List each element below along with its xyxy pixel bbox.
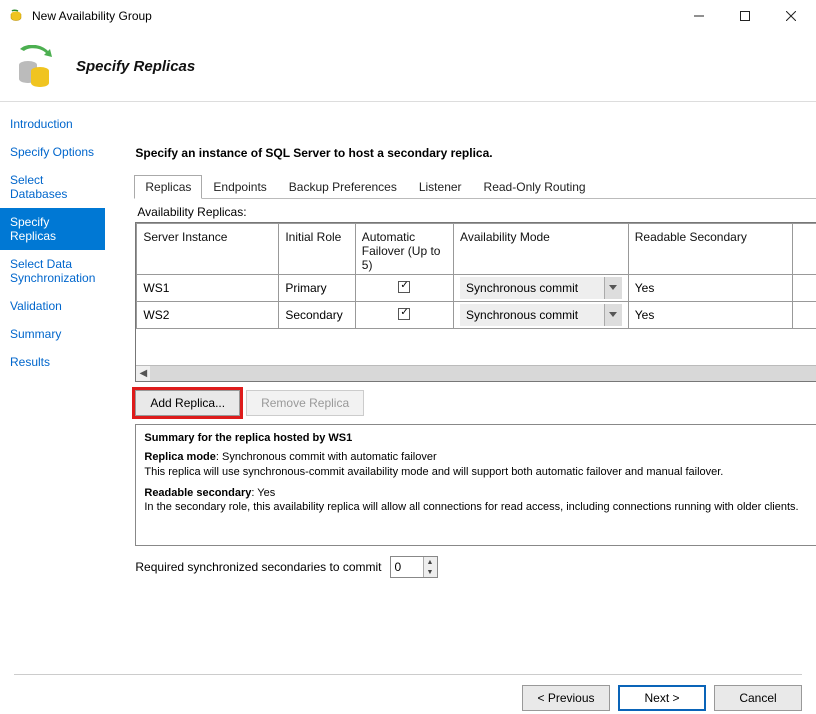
col-readable-secondary[interactable]: Readable Secondary	[628, 224, 792, 275]
sidebar-item-select-data-sync[interactable]: Select Data Synchronization	[0, 250, 105, 292]
scroll-left-icon[interactable]: ◀	[136, 366, 150, 381]
checkbox-checked-icon[interactable]	[398, 308, 410, 320]
cell-extra[interactable]	[792, 275, 816, 302]
tab-read-only-routing[interactable]: Read-Only Routing	[473, 175, 597, 199]
replicas-table-container: Server Instance Initial Role Automatic F…	[135, 222, 816, 382]
horizontal-scrollbar[interactable]: ◀ ▶	[136, 365, 816, 381]
replica-summary-box: Summary for the replica hosted by WS1 Re…	[135, 424, 816, 546]
scroll-track[interactable]	[150, 366, 816, 381]
cell-extra[interactable]	[792, 302, 816, 329]
instruction-heading: Specify an instance of SQL Server to hos…	[135, 146, 816, 160]
add-replica-button[interactable]: Add Replica...	[135, 390, 240, 416]
chevron-down-icon[interactable]	[604, 277, 622, 299]
col-initial-role[interactable]: Initial Role	[279, 224, 355, 275]
minimize-button[interactable]	[676, 2, 722, 30]
sidebar-item-select-databases[interactable]: Select Databases	[0, 166, 105, 208]
previous-button[interactable]: < Previous	[522, 685, 610, 711]
replicas-table: Server Instance Initial Role Automatic F…	[136, 223, 816, 329]
tab-endpoints[interactable]: Endpoints	[202, 175, 277, 199]
col-extra[interactable]	[792, 224, 816, 275]
mode-value: Synchronous commit	[460, 304, 604, 326]
col-automatic-failover[interactable]: Automatic Failover (Up to 5)	[355, 224, 453, 275]
table-row[interactable]: WS2 Secondary Synchronous commit Yes	[137, 302, 816, 329]
col-server-instance[interactable]: Server Instance	[137, 224, 279, 275]
required-secondaries-spinner[interactable]: ▲ ▼	[390, 556, 438, 578]
summary-readsec-desc: In the secondary role, this availability…	[144, 501, 798, 513]
availability-replicas-label: Availability Replicas:	[137, 205, 816, 219]
sidebar-item-specify-options[interactable]: Specify Options	[0, 138, 105, 166]
main-panel: ? Help Specify an instance of SQL Server…	[105, 102, 816, 662]
app-icon	[8, 8, 24, 24]
cancel-button[interactable]: Cancel	[714, 685, 802, 711]
cell-failover[interactable]	[355, 275, 453, 302]
footer: < Previous Next > Cancel	[0, 675, 816, 711]
spinner-up-icon[interactable]: ▲	[424, 557, 437, 567]
wizard-sidebar: Introduction Specify Options Select Data…	[0, 102, 105, 662]
sidebar-item-introduction[interactable]: Introduction	[0, 110, 105, 138]
close-button[interactable]	[768, 2, 814, 30]
cell-role: Secondary	[279, 302, 355, 329]
tab-row: Replicas Endpoints Backup Preferences Li…	[134, 174, 816, 199]
tab-listener[interactable]: Listener	[408, 175, 473, 199]
cell-readsec[interactable]: Yes	[628, 302, 792, 329]
summary-readsec-value: Yes	[257, 487, 275, 499]
window-controls	[676, 2, 814, 30]
checkbox-checked-icon[interactable]	[398, 281, 410, 293]
sidebar-item-validation[interactable]: Validation	[0, 292, 105, 320]
required-secondaries-input[interactable]	[391, 557, 423, 577]
summary-mode-label: Replica mode	[144, 451, 216, 463]
window-title: New Availability Group	[32, 9, 676, 23]
required-secondaries-row: Required synchronized secondaries to com…	[135, 556, 816, 578]
cell-role: Primary	[279, 275, 355, 302]
sidebar-item-summary[interactable]: Summary	[0, 320, 105, 348]
tab-replicas[interactable]: Replicas	[134, 175, 202, 199]
page-header: Specify Replicas	[0, 32, 816, 102]
cell-failover[interactable]	[355, 302, 453, 329]
mode-value: Synchronous commit	[460, 277, 604, 299]
spinner-down-icon[interactable]: ▼	[424, 567, 437, 577]
cell-mode[interactable]: Synchronous commit	[454, 275, 629, 302]
summary-mode-value: Synchronous commit with automatic failov…	[222, 451, 437, 463]
maximize-button[interactable]	[722, 2, 768, 30]
titlebar: New Availability Group	[0, 0, 816, 32]
cell-server[interactable]: WS2	[137, 302, 279, 329]
chevron-down-icon[interactable]	[604, 304, 622, 326]
replicas-table-scroll[interactable]: Server Instance Initial Role Automatic F…	[136, 223, 816, 365]
remove-replica-button: Remove Replica	[246, 390, 364, 416]
col-availability-mode[interactable]: Availability Mode	[454, 224, 629, 275]
cell-readsec[interactable]: Yes	[628, 275, 792, 302]
next-button[interactable]: Next >	[618, 685, 706, 711]
sidebar-item-specify-replicas[interactable]: Specify Replicas	[0, 208, 105, 250]
cell-server[interactable]: WS1	[137, 275, 279, 302]
required-secondaries-label: Required synchronized secondaries to com…	[135, 560, 381, 574]
header-icon	[14, 45, 58, 89]
table-row[interactable]: WS1 Primary Synchronous commit Yes	[137, 275, 816, 302]
cell-mode[interactable]: Synchronous commit	[454, 302, 629, 329]
tab-backup-preferences[interactable]: Backup Preferences	[278, 175, 408, 199]
summary-heading: Summary for the replica hosted by WS1	[144, 431, 816, 446]
sidebar-item-results[interactable]: Results	[0, 348, 105, 376]
summary-mode-desc: This replica will use synchronous-commit…	[144, 466, 723, 478]
page-title: Specify Replicas	[76, 58, 195, 75]
summary-readsec-label: Readable secondary	[144, 487, 251, 499]
